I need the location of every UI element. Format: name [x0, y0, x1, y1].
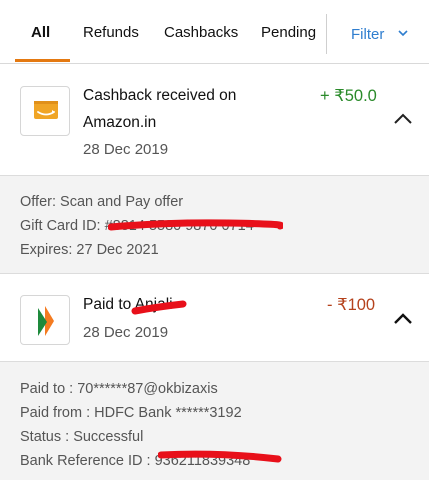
tab-refunds[interactable]: Refunds — [83, 24, 139, 41]
transaction-card-cashback[interactable]: Cashback received on Amazon.in 28 Dec 20… — [0, 65, 429, 175]
detail-paid-to: Paid to : 70******87@okbizaxis — [20, 381, 218, 397]
transaction-card-payment[interactable]: Paid to Anjali 28 Dec 2019 - ₹100 — [0, 275, 429, 361]
redaction-mark — [158, 450, 282, 463]
detail-expiry: Expires: 27 Dec 2021 — [20, 242, 159, 258]
tab-cashbacks[interactable]: Cashbacks — [164, 24, 238, 41]
transaction-details-payment: Paid to : 70******87@okbizaxis Paid from… — [0, 361, 429, 480]
detail-status: Status : Successful — [20, 429, 144, 445]
chevron-up-icon[interactable] — [392, 312, 414, 326]
transaction-amount: + ₹50.0 — [320, 87, 377, 105]
tab-pending[interactable]: Pending — [261, 24, 316, 41]
transaction-title-line2: Amazon.in — [83, 114, 157, 131]
redaction-mark — [108, 219, 283, 231]
transaction-title-line1: Cashback received on — [83, 87, 237, 104]
tab-all[interactable]: All — [31, 24, 50, 41]
transaction-date: 28 Dec 2019 — [83, 324, 169, 341]
transaction-date: 28 Dec 2019 — [83, 141, 169, 158]
gift-card-icon — [34, 101, 58, 119]
transaction-amount: - ₹100 — [327, 296, 376, 314]
tab-divider — [326, 14, 327, 54]
active-tab-indicator — [15, 59, 70, 62]
bhim-upi-logo — [20, 295, 70, 345]
detail-offer: Offer: Scan and Pay offer — [20, 194, 184, 210]
transaction-tabs: All Refunds Cashbacks Pending Filter — [0, 0, 429, 64]
filter-button[interactable]: Filter — [351, 26, 384, 43]
transaction-details-cashback: Offer: Scan and Pay offer Gift Card ID: … — [0, 175, 429, 274]
gift-card-logo — [20, 86, 70, 136]
bhim-upi-icon — [38, 306, 54, 336]
redaction-mark — [131, 300, 187, 315]
detail-paid-from: Paid from : HDFC Bank ******3192 — [20, 405, 242, 421]
chevron-down-icon[interactable] — [396, 26, 410, 40]
chevron-up-icon[interactable] — [392, 112, 414, 126]
